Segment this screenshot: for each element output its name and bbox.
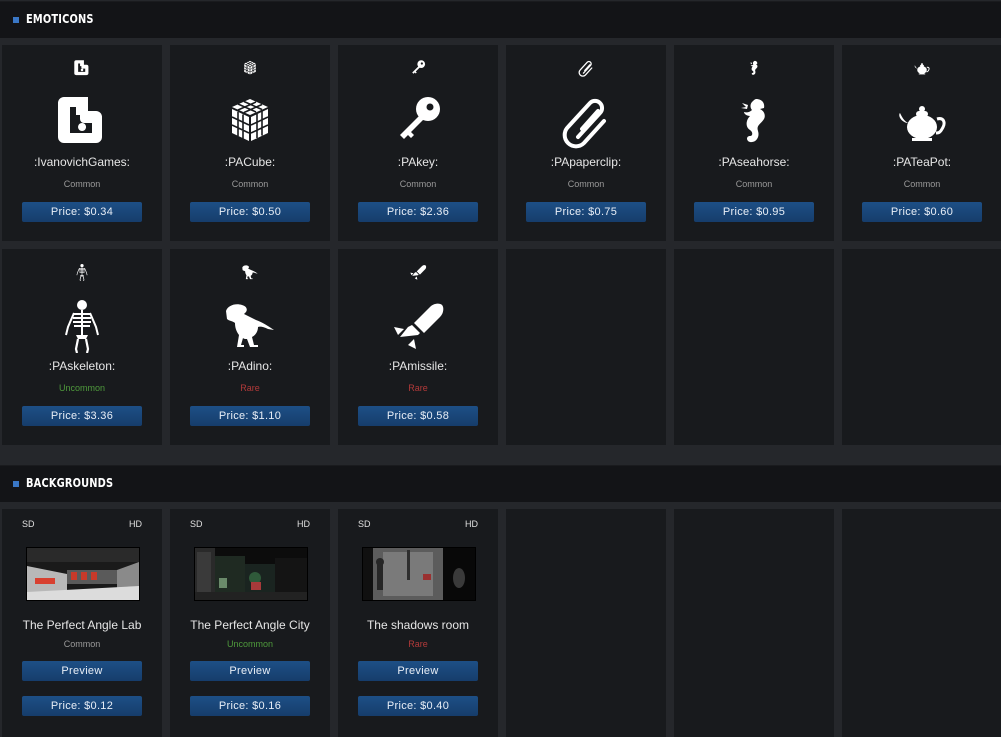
- ivanovich-logo-icon: [2, 93, 162, 149]
- emoticon-name: :PACube:: [224, 155, 276, 169]
- rarity-label: Rare: [408, 639, 428, 649]
- hd-link[interactable]: HD: [297, 519, 310, 529]
- empty-slot: [842, 509, 1001, 737]
- emoticon-name: :PAmissile:: [388, 359, 448, 373]
- hd-link[interactable]: HD: [129, 519, 142, 529]
- background-card[interactable]: SD HD The Perfect Angle Lab Common Previ…: [2, 509, 162, 737]
- cube-icon: [170, 59, 330, 79]
- emoticon-card[interactable]: :IvanovichGames: Common Price: $0.34: [2, 45, 162, 241]
- rarity-label: Common: [231, 179, 269, 189]
- price-button[interactable]: Price: $2.36: [358, 202, 478, 222]
- backgrounds-section-header: BACKGROUNDS: [0, 465, 1001, 502]
- rarity-label: Common: [903, 179, 941, 189]
- price-button[interactable]: Price: $0.34: [22, 202, 142, 222]
- emoticon-card[interactable]: :PAskeleton: Uncommon Price: $3.36: [2, 249, 162, 445]
- emoticon-card[interactable]: :PAkey: Common Price: $2.36: [338, 45, 498, 241]
- missile-icon: [338, 263, 498, 283]
- key-icon: [338, 59, 498, 79]
- price-button[interactable]: Price: $0.60: [862, 202, 982, 222]
- hd-link[interactable]: HD: [465, 519, 478, 529]
- rarity-label: Rare: [240, 383, 260, 393]
- missile-icon: [338, 297, 498, 353]
- skeleton-icon: [2, 263, 162, 283]
- paperclip-icon: [506, 93, 666, 149]
- teapot-icon: [842, 59, 1001, 79]
- key-icon: [338, 93, 498, 149]
- emoticon-card[interactable]: :PApaperclip: Common Price: $0.75: [506, 45, 666, 241]
- emoticon-card[interactable]: :PACube: Common Price: $0.50: [170, 45, 330, 241]
- background-name: The Perfect Angle City: [190, 618, 310, 632]
- rarity-label: Rare: [408, 383, 428, 393]
- emoticons-section-header: EMOTICONS: [0, 1, 1001, 38]
- sd-link[interactable]: SD: [358, 519, 371, 529]
- empty-slot: [506, 509, 666, 737]
- section-marker: [13, 17, 19, 23]
- backgrounds-title: BACKGROUNDS: [26, 476, 114, 490]
- price-button[interactable]: Price: $0.16: [190, 696, 310, 716]
- price-button[interactable]: Price: $1.10: [190, 406, 310, 426]
- background-card[interactable]: SD HD The shadows room Rare Preview Pric…: [338, 509, 498, 737]
- empty-slot: [674, 249, 834, 445]
- emoticon-name: :PATeaPot:: [892, 155, 952, 169]
- sd-link[interactable]: SD: [22, 519, 35, 529]
- background-thumbnail[interactable]: [362, 547, 476, 601]
- price-button[interactable]: Price: $0.75: [526, 202, 646, 222]
- teapot-icon: [842, 93, 1001, 149]
- preview-button[interactable]: Preview: [22, 661, 142, 681]
- dino-icon: [170, 263, 330, 283]
- emoticon-card[interactable]: :PAseahorse: Common Price: $0.95: [674, 45, 834, 241]
- preview-button[interactable]: Preview: [358, 661, 478, 681]
- empty-slot: [506, 249, 666, 445]
- preview-button[interactable]: Preview: [190, 661, 310, 681]
- background-thumbnail[interactable]: [194, 547, 308, 601]
- skeleton-icon: [2, 297, 162, 355]
- rarity-label: Common: [567, 179, 605, 189]
- background-name: The Perfect Angle Lab: [22, 618, 142, 632]
- emoticon-name: :PAdino:: [227, 359, 273, 373]
- sd-link[interactable]: SD: [190, 519, 203, 529]
- emoticon-card[interactable]: :PATeaPot: Common Price: $0.60: [842, 45, 1001, 241]
- emoticon-name: :PAkey:: [397, 155, 439, 169]
- empty-slot: [842, 249, 1001, 445]
- price-button[interactable]: Price: $0.58: [358, 406, 478, 426]
- price-button[interactable]: Price: $0.40: [358, 696, 478, 716]
- emoticon-card[interactable]: :PAmissile: Rare Price: $0.58: [338, 249, 498, 445]
- emoticon-name: :PApaperclip:: [550, 155, 622, 169]
- cube-icon: [170, 93, 330, 149]
- section-marker: [13, 481, 19, 487]
- seahorse-icon: [674, 93, 834, 149]
- emoticons-title: EMOTICONS: [26, 12, 94, 26]
- price-button[interactable]: Price: $0.95: [694, 202, 814, 222]
- seahorse-icon: [674, 59, 834, 79]
- price-button[interactable]: Price: $0.50: [190, 202, 310, 222]
- price-button[interactable]: Price: $3.36: [22, 406, 142, 426]
- rarity-label: Uncommon: [58, 383, 105, 393]
- emoticon-name: :IvanovichGames:: [33, 155, 131, 169]
- background-thumbnail[interactable]: [26, 547, 140, 601]
- rarity-label: Common: [735, 179, 773, 189]
- background-name: The shadows room: [366, 618, 470, 632]
- empty-slot: [674, 509, 834, 737]
- price-button[interactable]: Price: $0.12: [22, 696, 142, 716]
- dino-icon: [170, 297, 330, 353]
- emoticon-card[interactable]: :PAdino: Rare Price: $1.10: [170, 249, 330, 445]
- rarity-label: Common: [63, 179, 101, 189]
- paperclip-icon: [506, 59, 666, 79]
- rarity-label: Common: [399, 179, 437, 189]
- emoticon-name: :PAseahorse:: [718, 155, 790, 169]
- rarity-label: Uncommon: [226, 639, 273, 649]
- emoticon-name: :PAskeleton:: [48, 359, 116, 373]
- rarity-label: Common: [63, 639, 101, 649]
- ivanovich-logo-icon: [2, 59, 162, 79]
- background-card[interactable]: SD HD The Perfect Angle City Uncommon Pr…: [170, 509, 330, 737]
